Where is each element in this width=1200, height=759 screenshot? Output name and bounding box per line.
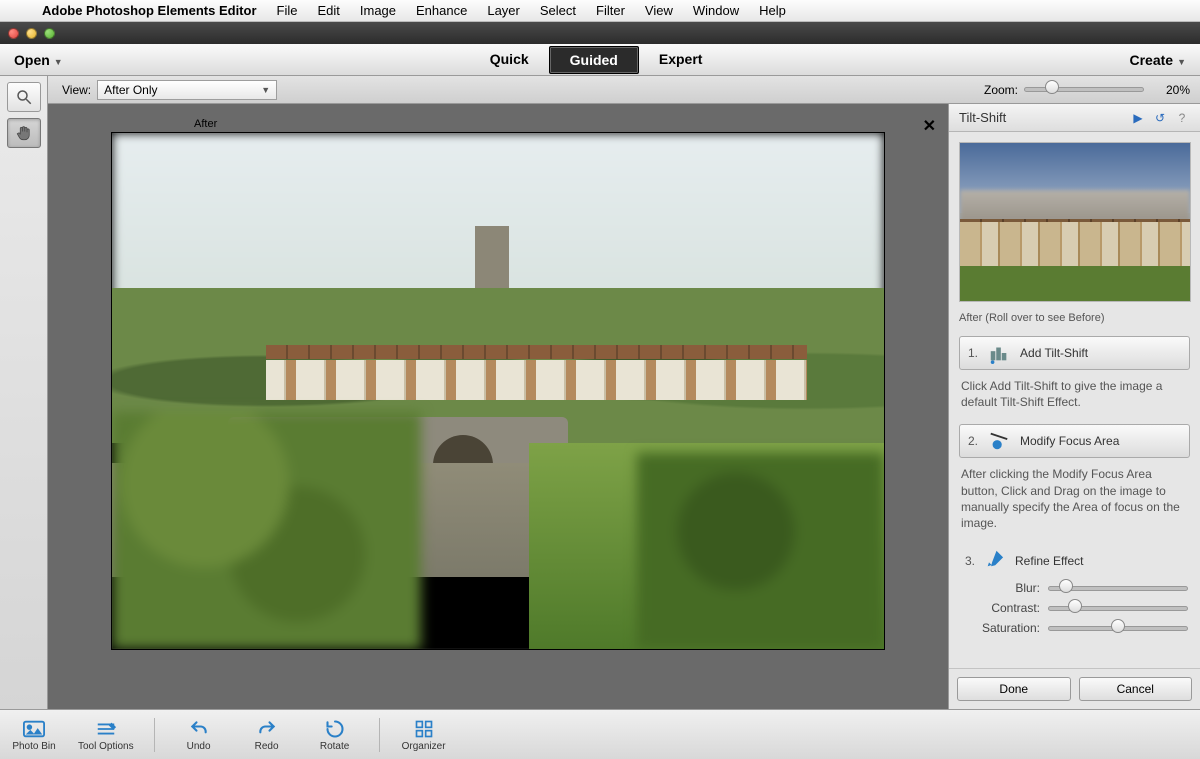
close-window-icon[interactable] — [8, 28, 19, 39]
app-title[interactable]: Adobe Photoshop Elements Editor — [32, 3, 267, 18]
app-toolbar: Open▼ Quick Guided Expert Create▼ — [0, 44, 1200, 76]
rotate-icon — [324, 718, 346, 740]
image-content — [112, 133, 884, 649]
guided-panel: Tilt-Shift ▶ ↺ ? After (Roll over to see… — [948, 104, 1200, 709]
contrast-label: Contrast: — [970, 601, 1040, 615]
chevron-down-icon: ▼ — [261, 85, 270, 95]
zoom-window-icon[interactable] — [44, 28, 55, 39]
cancel-button[interactable]: Cancel — [1079, 677, 1193, 701]
canvas-caption: After — [194, 118, 217, 130]
reset-icon[interactable]: ↺ — [1152, 110, 1168, 126]
options-bar: View: After Only ▼ Zoom: 20% — [48, 76, 1200, 104]
rotate-button[interactable]: Rotate — [311, 718, 359, 752]
menu-file[interactable]: File — [267, 3, 308, 18]
menu-window[interactable]: Window — [683, 3, 749, 18]
step2-label: Modify Focus Area — [1020, 434, 1119, 448]
view-select[interactable]: After Only ▼ — [97, 80, 277, 100]
chevron-down-icon: ▼ — [1177, 57, 1186, 67]
create-button[interactable]: Create▼ — [1129, 52, 1186, 68]
document-canvas[interactable] — [111, 132, 885, 650]
menu-select[interactable]: Select — [530, 3, 586, 18]
menu-filter[interactable]: Filter — [586, 3, 635, 18]
step1-description: Click Add Tilt-Shift to give the image a… — [949, 374, 1200, 420]
minimize-window-icon[interactable] — [26, 28, 37, 39]
undo-button[interactable]: Undo — [175, 718, 223, 752]
view-select-value: After Only — [104, 83, 157, 97]
step1-number: 1. — [968, 346, 978, 360]
refine-effect-heading: 3. Refine Effect — [959, 543, 1190, 578]
tab-quick[interactable]: Quick — [470, 46, 549, 74]
blur-label: Blur: — [970, 581, 1040, 595]
window-titlebar — [0, 22, 1200, 44]
menu-enhance[interactable]: Enhance — [406, 3, 477, 18]
undo-icon — [188, 718, 210, 740]
zoom-label: Zoom: — [984, 83, 1018, 97]
organizer-icon — [414, 718, 434, 740]
panel-header: Tilt-Shift ▶ ↺ ? — [949, 104, 1200, 132]
view-label: View: — [62, 83, 91, 97]
separator — [379, 718, 380, 752]
photo-bin-button[interactable]: Photo Bin — [10, 718, 58, 752]
step1-label: Add Tilt-Shift — [1020, 346, 1088, 360]
saturation-label: Saturation: — [970, 621, 1040, 635]
open-button[interactable]: Open▼ — [14, 52, 63, 68]
menu-edit[interactable]: Edit — [307, 3, 349, 18]
play-icon[interactable]: ▶ — [1130, 110, 1146, 126]
help-icon[interactable]: ? — [1174, 110, 1190, 126]
redo-button[interactable]: Redo — [243, 718, 291, 752]
tab-expert[interactable]: Expert — [639, 46, 723, 74]
brush-icon — [985, 549, 1005, 572]
hand-icon — [15, 124, 33, 142]
buildings-icon — [988, 342, 1010, 364]
panel-title: Tilt-Shift — [959, 110, 1006, 125]
tool-options-button[interactable]: Tool Options — [78, 718, 134, 752]
blur-slider[interactable] — [1048, 586, 1188, 591]
close-document-button[interactable]: ✕ — [923, 116, 936, 136]
step3-label: Refine Effect — [1015, 554, 1083, 568]
contrast-slider[interactable] — [1048, 606, 1188, 611]
canvas-area: After ✕ — [48, 104, 948, 709]
preview-thumbnail[interactable] — [959, 142, 1191, 302]
add-tilt-shift-button[interactable]: 1. Add Tilt-Shift — [959, 336, 1190, 370]
mac-menubar: Adobe Photoshop Elements Editor File Edi… — [0, 0, 1200, 22]
hand-tool-button[interactable] — [7, 118, 41, 148]
saturation-slider[interactable] — [1048, 626, 1188, 631]
menu-help[interactable]: Help — [749, 3, 796, 18]
zoom-slider[interactable] — [1024, 87, 1144, 92]
preview-caption: After (Roll over to see Before) — [949, 312, 1200, 332]
photo-bin-icon — [23, 718, 45, 740]
zoom-value: 20% — [1152, 83, 1190, 97]
tool-options-icon — [95, 718, 117, 740]
organizer-button[interactable]: Organizer — [400, 718, 448, 752]
menu-image[interactable]: Image — [350, 3, 406, 18]
separator — [154, 718, 155, 752]
step2-description: After clicking the Modify Focus Area but… — [949, 462, 1200, 541]
redo-icon — [256, 718, 278, 740]
done-button[interactable]: Done — [957, 677, 1071, 701]
modify-focus-area-button[interactable]: 2. Modify Focus Area — [959, 424, 1190, 458]
menu-layer[interactable]: Layer — [477, 3, 530, 18]
zoom-tool-button[interactable] — [7, 82, 41, 112]
bottom-taskbar: Photo Bin Tool Options Undo Redo Rotate … — [0, 709, 1200, 759]
step3-number: 3. — [965, 554, 975, 568]
editor-mode-tabs: Quick Guided Expert — [470, 46, 723, 74]
left-toolbox — [0, 76, 48, 709]
focus-area-icon — [988, 430, 1010, 452]
chevron-down-icon: ▼ — [54, 57, 63, 67]
menu-view[interactable]: View — [635, 3, 683, 18]
magnifier-icon — [15, 88, 33, 106]
tab-guided[interactable]: Guided — [549, 46, 639, 74]
step2-number: 2. — [968, 434, 978, 448]
